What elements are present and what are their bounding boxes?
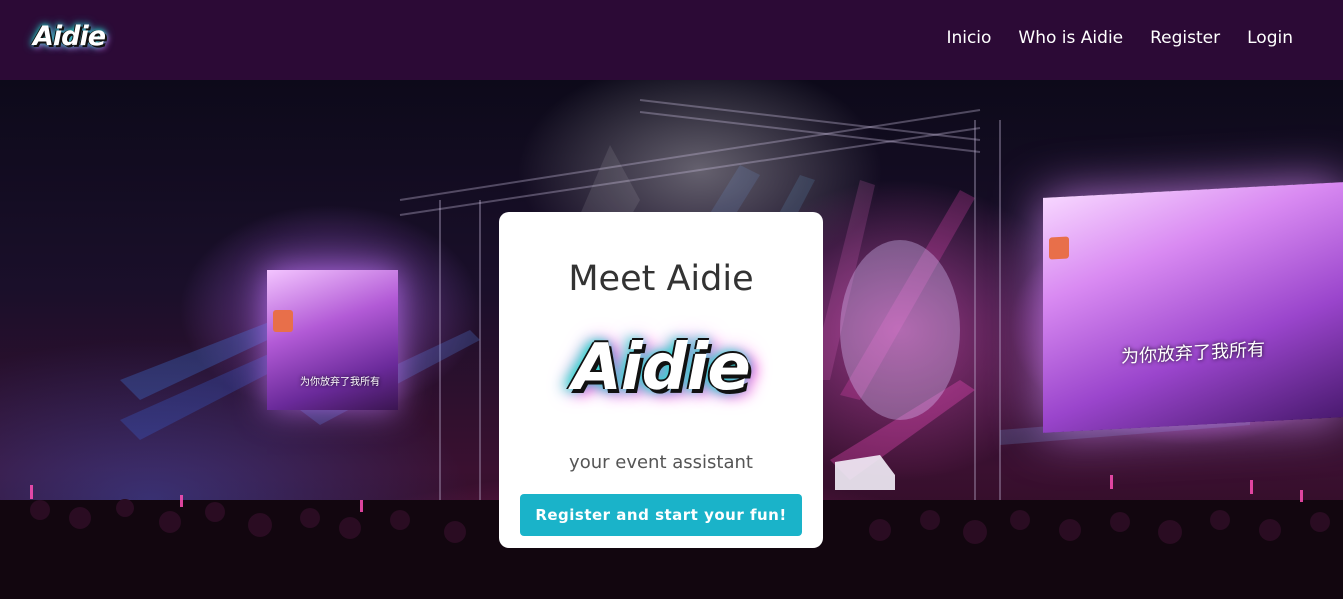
nav-link-inicio[interactable]: Inicio — [946, 26, 991, 50]
card-title: Meet Aidie — [568, 259, 754, 299]
nav-link-register[interactable]: Register — [1150, 26, 1220, 50]
stage-screen-right: 为你放弃了我所有 — [1043, 182, 1343, 433]
stage-screen-left: 为你放弃了我所有 — [267, 270, 398, 410]
brand-logo-text: Aidie — [33, 21, 106, 52]
nav-link-who-is-aidie[interactable]: Who is Aidie — [1018, 26, 1123, 50]
screen-badge-icon — [273, 310, 293, 332]
welcome-card: Meet Aidie Aidie your event assistant Re… — [499, 212, 823, 548]
aidie-logo: Aidie — [568, 320, 754, 416]
nav-links: Inicio Who is Aidie Register Login — [946, 26, 1293, 50]
screen-left-caption: 为你放弃了我所有 — [300, 377, 380, 388]
screen-badge-icon — [1049, 236, 1069, 260]
brand-logo[interactable]: Aidie — [33, 17, 111, 57]
top-navbar: Aidie Inicio Who is Aidie Register Login — [0, 0, 1343, 80]
aidie-logo-text: Aidie — [572, 331, 751, 405]
card-subtitle: your event assistant — [569, 452, 753, 473]
nav-link-login[interactable]: Login — [1247, 26, 1293, 50]
screen-right-caption: 为你放弃了我所有 — [1121, 339, 1265, 368]
register-start-fun-button[interactable]: Register and start your fun! — [520, 494, 802, 536]
